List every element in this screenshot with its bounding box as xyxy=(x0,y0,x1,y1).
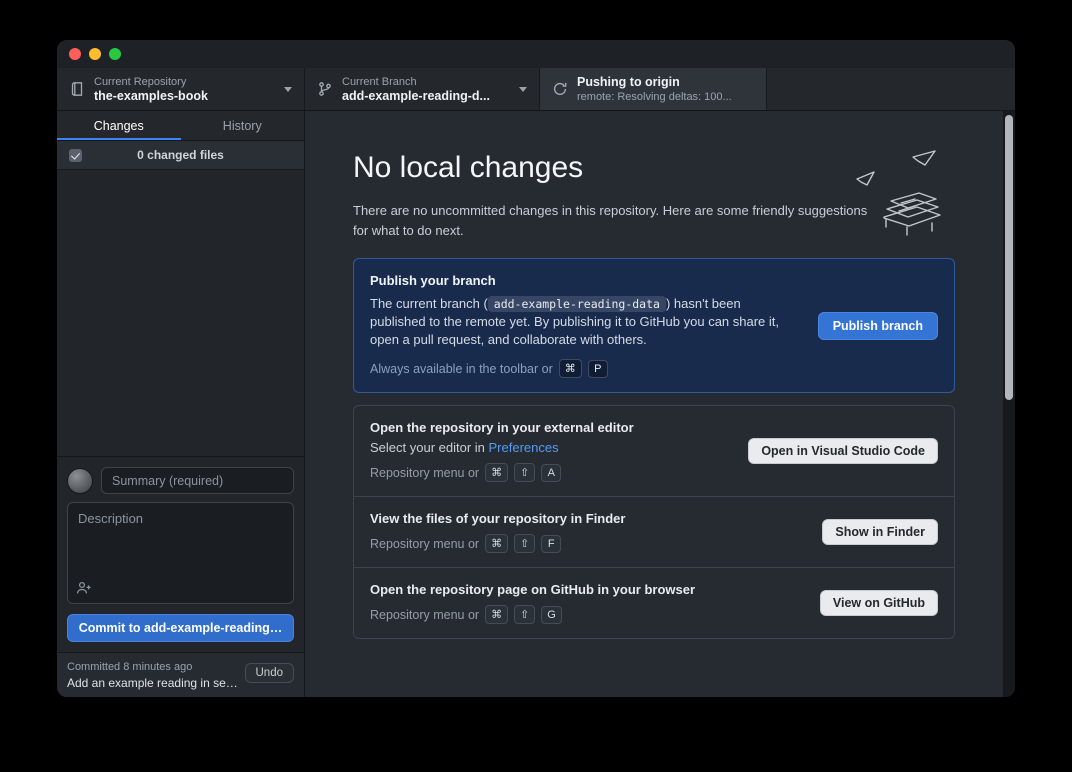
push-status-detail: remote: Resolving deltas: 100... xyxy=(577,90,754,104)
shift-key: ⇧ xyxy=(514,605,535,624)
publish-card-title: Publish your branch xyxy=(370,273,794,288)
undo-button[interactable]: Undo xyxy=(245,663,295,683)
suggestion-title: View the files of your repository in Fin… xyxy=(370,511,802,526)
zoom-window-button[interactable] xyxy=(109,48,121,60)
commit-button[interactable]: Commit to add-example-reading… xyxy=(67,614,294,642)
suggestion-view-github: Open the repository page on GitHub in yo… xyxy=(354,567,954,638)
hint-text: Repository menu or xyxy=(370,608,479,622)
branch-name-code: add-example-reading-data xyxy=(488,296,666,312)
publish-card-body: The current branch (add-example-reading-… xyxy=(370,295,794,349)
tab-history[interactable]: History xyxy=(181,111,305,140)
cmd-key: ⌘ xyxy=(559,359,582,378)
branch-label: Current Branch xyxy=(342,75,510,89)
commit-button-branch: add-example-reading… xyxy=(144,621,282,635)
toolbar: Current Repository the-examples-book Cur… xyxy=(57,68,1015,111)
show-in-finder-button[interactable]: Show in Finder xyxy=(822,519,938,545)
a-key: A xyxy=(541,464,561,482)
suggestion-hint: Repository menu or ⌘ ⇧ A xyxy=(370,463,728,482)
tab-changes-label: Changes xyxy=(94,119,144,133)
repository-selector[interactable]: Current Repository the-examples-book xyxy=(57,68,305,110)
tab-changes[interactable]: Changes xyxy=(57,111,181,140)
changed-files-count: 0 changed files xyxy=(57,148,304,162)
cmd-key: ⌘ xyxy=(485,463,508,482)
suggestion-title: Open the repository page on GitHub in yo… xyxy=(370,582,800,597)
suggestion-hint: Repository menu or ⌘ ⇧ F xyxy=(370,534,802,553)
publish-hint-text: Always available in the toolbar or xyxy=(370,362,553,376)
chevron-down-icon xyxy=(519,87,527,92)
publish-card-hint: Always available in the toolbar or ⌘ P xyxy=(370,359,794,378)
github-desktop-window: Current Repository the-examples-book Cur… xyxy=(57,40,1015,697)
shift-key: ⇧ xyxy=(514,463,535,482)
g-key: G xyxy=(541,606,562,624)
changed-files-row: 0 changed files xyxy=(57,141,304,170)
shift-key: ⇧ xyxy=(514,534,535,553)
toolbar-spacer xyxy=(767,68,1015,110)
repo-icon xyxy=(69,81,85,97)
repository-label: Current Repository xyxy=(94,75,275,89)
sidebar: Changes History 0 changed files xyxy=(57,111,305,697)
commit-summary-input[interactable] xyxy=(101,467,294,494)
publish-branch-button[interactable]: Publish branch xyxy=(818,312,938,340)
suggestion-open-editor: Open the repository in your external edi… xyxy=(354,406,954,496)
hint-text: Repository menu or xyxy=(370,537,479,551)
chevron-down-icon xyxy=(284,87,292,92)
publish-body-pre: The current branch ( xyxy=(370,296,488,311)
cmd-key: ⌘ xyxy=(485,605,508,624)
hint-text: Repository menu or xyxy=(370,466,479,480)
suggestion-line: Select your editor in Preferences xyxy=(370,440,728,455)
publish-branch-card: Publish your branch The current branch (… xyxy=(353,258,955,393)
push-status-button[interactable]: Pushing to origin remote: Resolving delt… xyxy=(540,68,767,110)
minimize-window-button[interactable] xyxy=(89,48,101,60)
sync-icon xyxy=(552,81,568,97)
push-status-title: Pushing to origin xyxy=(577,75,754,90)
f-key: F xyxy=(541,535,561,553)
no-changes-illustration xyxy=(851,149,951,241)
suggestion-show-finder: View the files of your repository in Fin… xyxy=(354,496,954,567)
git-branch-icon xyxy=(317,81,333,97)
p-key: P xyxy=(588,360,608,378)
changes-list-empty xyxy=(57,170,304,456)
commit-button-prefix: Commit to xyxy=(79,621,144,635)
editor-line-pre: Select your editor in xyxy=(370,440,489,455)
close-window-button[interactable] xyxy=(69,48,81,60)
commit-description-input[interactable] xyxy=(67,502,294,604)
repository-name: the-examples-book xyxy=(94,89,275,104)
undo-commit-row: Committed 8 minutes ago Add an example r… xyxy=(57,652,304,697)
view-on-github-button[interactable]: View on GitHub xyxy=(820,590,938,616)
add-coauthor-icon[interactable] xyxy=(76,580,92,596)
select-all-checkbox[interactable] xyxy=(69,149,82,162)
open-in-editor-button[interactable]: Open in Visual Studio Code xyxy=(748,438,938,464)
page-subtitle: There are no uncommitted changes in this… xyxy=(353,201,873,240)
suggestion-title: Open the repository in your external edi… xyxy=(370,420,728,435)
desktop-background: Current Repository the-examples-book Cur… xyxy=(0,0,1072,772)
scrollbar-thumb[interactable] xyxy=(1005,115,1013,400)
sidebar-tabs: Changes History xyxy=(57,111,304,141)
preferences-link[interactable]: Preferences xyxy=(489,440,559,455)
titlebar xyxy=(57,40,1015,68)
suggestion-hint: Repository menu or ⌘ ⇧ G xyxy=(370,605,800,624)
branch-selector[interactable]: Current Branch add-example-reading-d... xyxy=(305,68,540,110)
avatar xyxy=(67,468,93,494)
suggestions-card: Open the repository in your external edi… xyxy=(353,405,955,639)
scrollbar-track[interactable] xyxy=(1003,111,1015,697)
main-panel: No local changes There are no uncommitte… xyxy=(305,111,1015,697)
commit-form: Commit to add-example-reading… xyxy=(57,456,304,652)
tab-history-label: History xyxy=(223,119,262,133)
branch-name: add-example-reading-d... xyxy=(342,89,510,104)
cmd-key: ⌘ xyxy=(485,534,508,553)
